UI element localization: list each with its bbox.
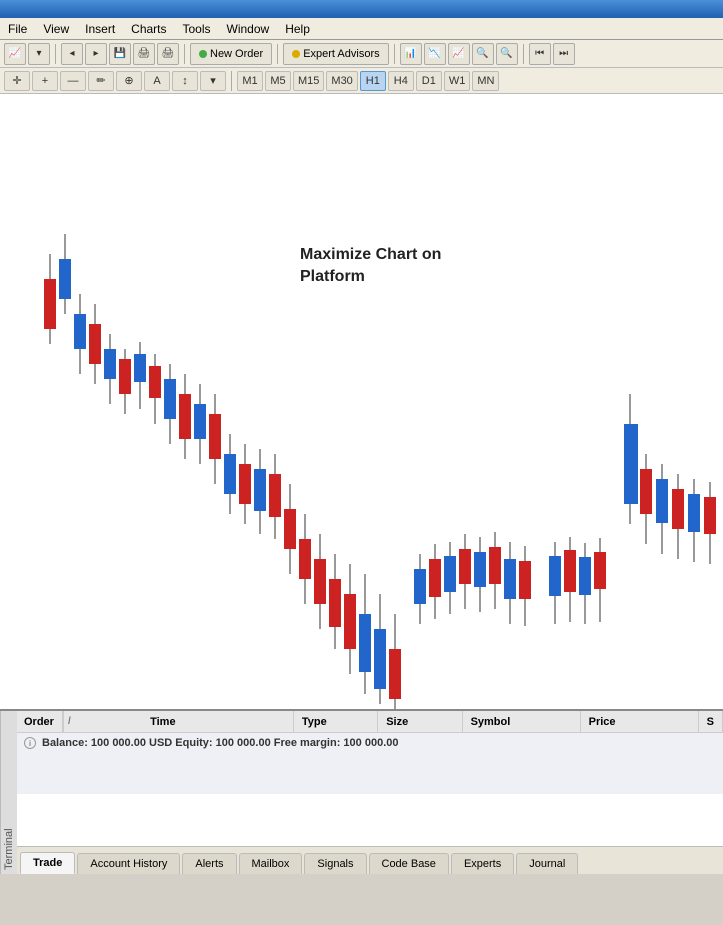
terminal-panel: Terminal Order / Time Type Size Symbol P… <box>0 709 723 874</box>
crosshair-btn[interactable]: + <box>32 71 58 91</box>
tab-alerts[interactable]: Alerts <box>182 853 236 874</box>
new-order-icon <box>199 50 207 58</box>
tf-h1[interactable]: H1 <box>360 71 386 91</box>
save-btn[interactable]: 💾 <box>109 43 131 65</box>
menu-bar: File View Insert Charts Tools Window Hel… <box>0 18 723 40</box>
expert-advisors-label: Expert Advisors <box>303 48 379 60</box>
col-price: Price <box>581 711 699 732</box>
print-btn[interactable]: 🖨 <box>157 43 179 65</box>
tab-mailbox[interactable]: Mailbox <box>239 853 303 874</box>
draw-btn[interactable]: ✏ <box>88 71 114 91</box>
tf-d1[interactable]: D1 <box>416 71 442 91</box>
scroll-left-btn[interactable]: ⏮ <box>529 43 551 65</box>
col-s: S <box>699 711 723 732</box>
col-order: Order <box>16 711 63 732</box>
new-order-button[interactable]: New Order <box>190 43 272 65</box>
terminal-spacer <box>16 794 723 847</box>
chart-type-btn[interactable]: ▾ <box>28 43 50 65</box>
arrow-btn[interactable]: ↕ <box>172 71 198 91</box>
col-time: Time <box>142 711 294 732</box>
title-bar <box>0 0 723 18</box>
tab-signals[interactable]: Signals <box>304 853 366 874</box>
separator3 <box>277 44 278 64</box>
chart-label-line1: Maximize Chart on <box>300 244 441 266</box>
tab-account-history[interactable]: Account History <box>77 853 180 874</box>
indicators2-btn[interactable]: 📉 <box>424 43 446 65</box>
separator1 <box>55 44 56 64</box>
col-type: Type <box>294 711 378 732</box>
terminal-vertical-label: Terminal <box>0 711 17 874</box>
tab-trade[interactable]: Trade <box>20 852 75 874</box>
symbol-btn[interactable]: ⊕ <box>116 71 142 91</box>
terminal-column-headers: Order / Time Type Size Symbol Price S <box>16 711 723 733</box>
menu-window[interactable]: Window <box>219 20 278 38</box>
line-btn[interactable]: — <box>60 71 86 91</box>
tf-m1[interactable]: M1 <box>237 71 263 91</box>
tab-journal[interactable]: Journal <box>516 853 578 874</box>
col-size: Size <box>378 711 462 732</box>
cursor-btn[interactable]: ✛ <box>4 71 30 91</box>
menu-tools[interactable]: Tools <box>175 20 219 38</box>
balance-text: Balance: 100 000.00 USD Equity: 100 000.… <box>42 737 398 749</box>
more-btn[interactable]: ▾ <box>200 71 226 91</box>
tab-code-base[interactable]: Code Base <box>369 853 449 874</box>
tab-experts[interactable]: Experts <box>451 853 514 874</box>
col-sort-icon: / <box>64 716 75 727</box>
tf-m30[interactable]: M30 <box>326 71 357 91</box>
terminal-tabs: Trade Account History Alerts Mailbox Sig… <box>16 846 723 874</box>
toolbar1: 📈 ▾ ◂ ▸ 💾 🖨 🖨 New Order Expert Advisors … <box>0 40 723 68</box>
tf-w1[interactable]: W1 <box>444 71 471 91</box>
menu-file[interactable]: File <box>0 20 35 38</box>
menu-view[interactable]: View <box>35 20 77 38</box>
indicators-btn[interactable]: 📊 <box>400 43 422 65</box>
forward-btn[interactable]: ▸ <box>85 43 107 65</box>
separator-tf <box>231 71 232 91</box>
separator5 <box>523 44 524 64</box>
tf-m5[interactable]: M5 <box>265 71 291 91</box>
expert-advisors-button[interactable]: Expert Advisors <box>283 43 388 65</box>
text-btn[interactable]: A <box>144 71 170 91</box>
chart-area[interactable]: Maximize Chart on Platform <box>0 94 723 709</box>
chart-label-line2: Platform <box>300 266 441 288</box>
indicators3-btn[interactable]: 📈 <box>448 43 470 65</box>
tf-m15[interactable]: M15 <box>293 71 324 91</box>
chart-label: Maximize Chart on Platform <box>300 244 441 289</box>
print-preview-btn[interactable]: 🖨 <box>133 43 155 65</box>
balance-icon: i <box>24 737 36 749</box>
menu-help[interactable]: Help <box>277 20 318 38</box>
separator2 <box>184 44 185 64</box>
terminal-body: i Balance: 100 000.00 USD Equity: 100 00… <box>16 733 723 794</box>
balance-row: i Balance: 100 000.00 USD Equity: 100 00… <box>24 737 715 749</box>
separator4 <box>394 44 395 64</box>
chart-svg <box>0 94 723 709</box>
scroll-right-btn[interactable]: ⏭ <box>553 43 575 65</box>
back-btn[interactable]: ◂ <box>61 43 83 65</box>
zoom-in-btn[interactable]: 🔍 <box>472 43 494 65</box>
expert-icon <box>292 50 300 58</box>
tf-h4[interactable]: H4 <box>388 71 414 91</box>
new-chart-btn[interactable]: 📈 <box>4 43 26 65</box>
new-order-label: New Order <box>210 48 263 60</box>
menu-charts[interactable]: Charts <box>123 20 174 38</box>
menu-insert[interactable]: Insert <box>77 20 123 38</box>
col-symbol: Symbol <box>463 711 581 732</box>
toolbar2: ✛ + — ✏ ⊕ A ↕ ▾ M1 M5 M15 M30 H1 H4 D1 W… <box>0 68 723 94</box>
tf-mn[interactable]: MN <box>472 71 499 91</box>
zoom-out-btn[interactable]: 🔍 <box>496 43 518 65</box>
